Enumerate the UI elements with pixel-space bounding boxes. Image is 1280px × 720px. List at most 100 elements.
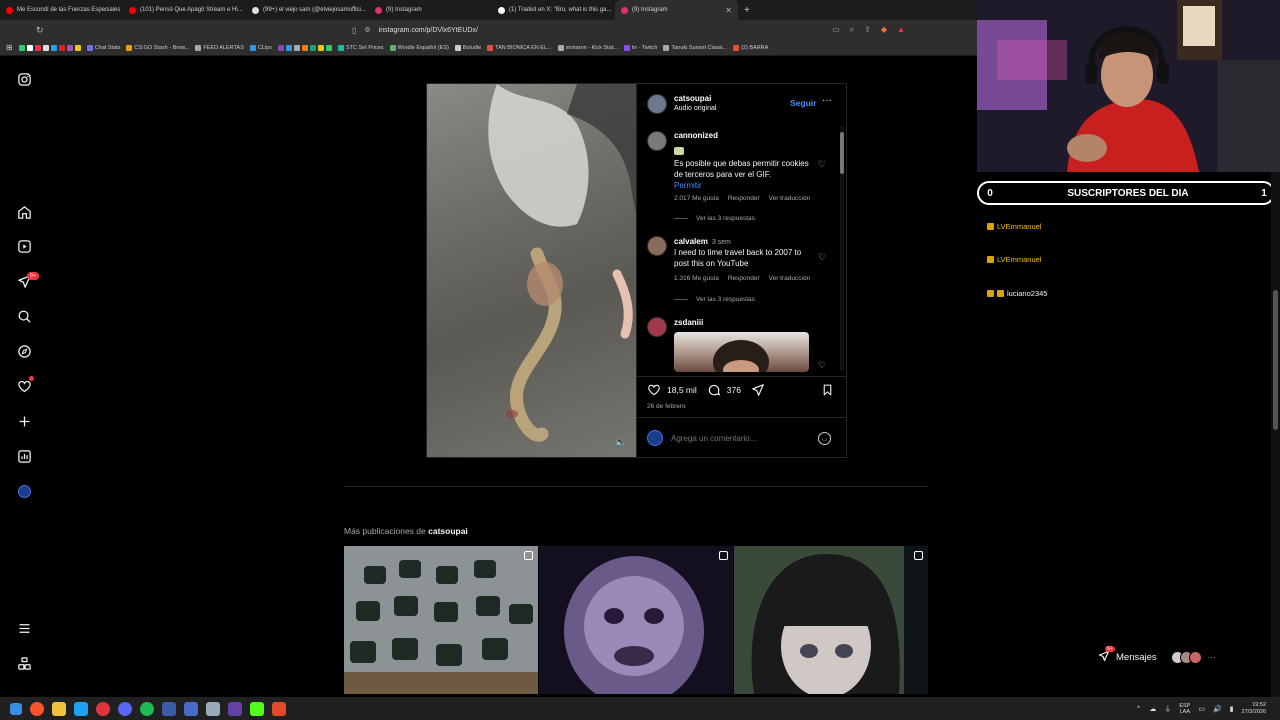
windows-start-icon[interactable] (10, 702, 22, 715)
more-post-thumbnail[interactable] (539, 546, 733, 694)
browser-tab[interactable]: (101) Pensó Que Apagó Stream e Hi... (123, 0, 246, 20)
comment-like-heart-icon[interactable]: ♡ (818, 252, 826, 263)
browser-tab[interactable]: Me Escondí de las Fuerzas Especiales (0, 0, 123, 20)
search-icon[interactable] (16, 308, 33, 325)
messages-pill[interactable]: 9+ Mensajes ··· (1098, 645, 1248, 668)
bookmark-item[interactable]: sionaron - Kick Stat... (557, 44, 618, 51)
comment-image[interactable] (674, 332, 809, 372)
dashboard-icon[interactable] (16, 448, 33, 465)
likes-count[interactable]: 18,5 mil (667, 385, 697, 395)
translate-button[interactable]: Ver traducción (769, 275, 811, 282)
share-icon[interactable] (751, 383, 765, 397)
bookmark-item[interactable]: Chat Stats (86, 44, 120, 51)
mute-icon[interactable]: 🔈 (615, 437, 626, 448)
site-info-icon[interactable]: ⚙ (364, 26, 370, 34)
url-field[interactable]: ▯ ⚙ instagram.com/p/DVlx6YtEUDx/ (352, 26, 478, 35)
browser-tab[interactable]: (99+) el viejo sam (@elviejosamoffici... (246, 0, 369, 20)
app-icon[interactable] (162, 701, 176, 716)
bookmark-item[interactable]: Wordle Español (ES) (389, 44, 449, 51)
new-tab-button[interactable]: + (738, 5, 750, 16)
bookmark-item[interactable]: Tanuki Sunset Classi... (663, 44, 727, 51)
app-icon[interactable] (96, 701, 110, 716)
app-icon[interactable] (272, 701, 286, 716)
brave-rewards-icon[interactable]: ▲ (897, 25, 905, 35)
page-scroll-thumb[interactable] (1273, 290, 1278, 430)
reels-icon[interactable] (16, 238, 33, 255)
reply-button[interactable]: Responder (728, 195, 760, 202)
audio-label[interactable]: Audio original (674, 105, 716, 112)
allow-cookies-link[interactable]: Permitir (674, 181, 702, 190)
bookmark-item[interactable]: STC Set Prices (337, 44, 384, 51)
profile-avatar-icon[interactable] (16, 483, 33, 500)
comment-input[interactable] (671, 432, 811, 445)
clock[interactable]: 19:52 27/3/2026 (1242, 702, 1266, 716)
bookmark-item[interactable]: trr - Twitch (623, 44, 657, 51)
brave-browser-icon[interactable] (30, 701, 44, 716)
bookmark-item[interactable]: TAN BIONICA EN EL... (487, 44, 552, 51)
author-avatar[interactable] (647, 94, 667, 114)
browser-tab[interactable]: (1) Tradeit en X: "Bro, what is this ga.… (492, 0, 615, 20)
view-replies-button[interactable]: Ver las 3 respuestas (674, 215, 755, 222)
comment-like-heart-icon[interactable]: ♡ (818, 360, 826, 371)
volume-icon[interactable]: 🔊 (1213, 705, 1222, 713)
app-icon[interactable] (228, 701, 242, 716)
page-scrollbar[interactable] (1271, 172, 1280, 697)
reload-icon[interactable]: ↻ (0, 25, 44, 36)
save-bookmark-icon[interactable] (821, 383, 834, 397)
translate-button[interactable]: Ver traducción (769, 195, 811, 202)
also-from-meta-icon[interactable] (16, 655, 33, 672)
bookmark-item[interactable]: CS:GO Stash - Brow... (126, 44, 189, 51)
spotify-icon[interactable] (140, 701, 154, 716)
commenter-avatar[interactable] (647, 317, 667, 337)
more-post-thumbnail[interactable] (734, 546, 928, 694)
brave-shield-icon[interactable]: ◆ (881, 25, 887, 35)
view-replies-button[interactable]: Ver las 3 respuestas (674, 296, 755, 303)
comments-scroll-thumb[interactable] (840, 132, 844, 174)
app-icon[interactable] (74, 701, 88, 716)
comments-scrollbar[interactable] (840, 126, 844, 371)
comment-icon[interactable] (707, 383, 721, 397)
battery-icon[interactable]: ▮ (1230, 705, 1234, 713)
file-explorer-icon[interactable] (52, 701, 66, 716)
discord-icon[interactable] (118, 701, 132, 716)
comment-likes[interactable]: 1.316 Me gusta (674, 275, 719, 282)
cloud-icon[interactable]: ☁ (1149, 705, 1156, 713)
more-options-icon[interactable]: ··· (822, 95, 832, 106)
reply-button[interactable]: Responder (728, 275, 760, 282)
language-indicator[interactable]: ESP LAA (1179, 703, 1190, 715)
kick-icon[interactable] (250, 701, 264, 716)
bookmark-item[interactable]: FEED ALERTAS (195, 44, 244, 51)
more-post-thumbnail[interactable] (344, 546, 538, 694)
comment-username[interactable]: zsdaniii (674, 318, 703, 327)
post-video[interactable]: 🔈 (426, 83, 637, 458)
apps-icon[interactable]: ⊞ (6, 43, 13, 52)
create-icon[interactable] (16, 413, 33, 430)
bookmark-item[interactable]: (2) BARRA (733, 44, 768, 51)
app-icon[interactable] (206, 701, 220, 716)
follow-button[interactable]: Seguir (790, 98, 816, 108)
share-icon[interactable]: ⇪ (864, 25, 871, 35)
browser-tab[interactable]: (9) Instagram (369, 0, 492, 20)
usb-icon[interactable]: ⏚ (1164, 704, 1171, 714)
comment-username[interactable]: calvalem (674, 237, 708, 246)
explore-icon[interactable] (16, 343, 33, 360)
close-tab-icon[interactable]: ✕ (725, 6, 732, 15)
bookmark-icon[interactable]: ▯ (352, 26, 356, 35)
network-icon[interactable]: ▭ (1198, 705, 1205, 713)
zoom-icon[interactable]: ⌕ (850, 25, 854, 35)
comment-like-heart-icon[interactable]: ♡ (818, 159, 826, 170)
app-icon[interactable] (184, 701, 198, 716)
comments-count[interactable]: 376 (727, 385, 741, 395)
comment-likes[interactable]: 2.017 Me gusta (674, 195, 719, 202)
instagram-logo-icon[interactable] (16, 71, 33, 88)
browser-tab-active[interactable]: (9) Instagram ✕ (615, 0, 738, 20)
more-posts-author[interactable]: catsoupai (428, 526, 468, 536)
bookmark-item[interactable]: Boludle (454, 44, 481, 51)
bookmark-item[interactable]: CLips (249, 44, 272, 51)
menu-icon[interactable] (16, 620, 33, 637)
chevron-up-icon[interactable]: ⌃ (1135, 705, 1141, 713)
commenter-avatar[interactable] (647, 236, 667, 256)
home-icon[interactable] (16, 204, 33, 221)
commenter-avatar[interactable] (647, 131, 667, 151)
install-icon[interactable]: ▭ (832, 25, 840, 35)
